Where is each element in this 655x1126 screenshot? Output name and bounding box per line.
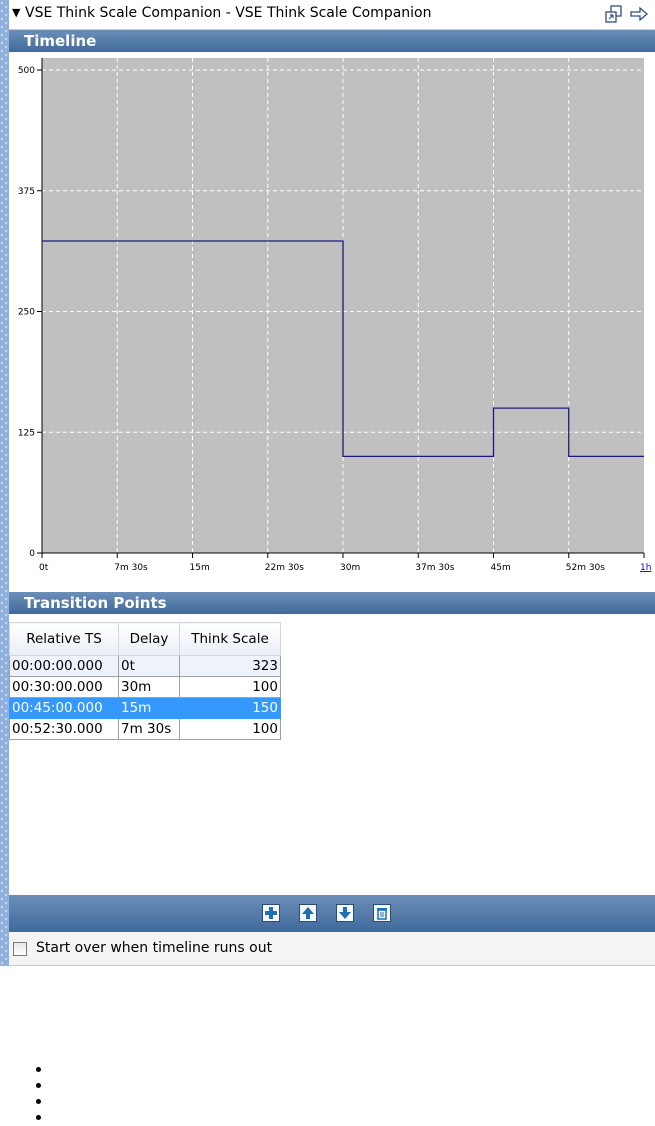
think-scale-cell[interactable]: 100	[179, 676, 281, 698]
column-header-delay[interactable]: Delay	[118, 622, 180, 656]
table-row[interactable]: 00:30:00.000 30m 100	[9, 676, 281, 698]
think-scale-cell[interactable]: 150	[179, 697, 281, 719]
table-row[interactable]: 00:00:00.000 0t 323	[9, 655, 281, 677]
window-title: VSE Think Scale Companion - VSE Think Sc…	[25, 5, 432, 21]
delay-cell[interactable]: 15m	[118, 697, 180, 719]
timeline-chart: 0t 7m 30s 15m 22m 30s 30m 37m 30s 45m 52m 30s 1h…	[9, 53, 655, 585]
start-over-label[interactable]: Start over when timeline runs out	[36, 940, 272, 956]
timeline-header: Timeline	[9, 30, 655, 52]
transition-points-header: Transition Points	[9, 592, 655, 614]
options-row: Start over when timeline runs out	[9, 932, 655, 966]
delay-cell[interactable]: 7m 30s	[118, 718, 180, 740]
x-tick-label: 15m	[190, 563, 210, 573]
x-tick-label: 52m 30s	[566, 563, 606, 573]
x-tick-label: 22m 30s	[265, 563, 305, 573]
relative-ts-cell[interactable]: 00:45:00.000	[9, 697, 119, 719]
start-over-checkbox[interactable]	[13, 942, 27, 956]
table-row[interactable]: 00:52:30.000 7m 30s 100	[9, 718, 281, 740]
float-window-icon[interactable]	[604, 4, 624, 24]
move-down-icon[interactable]	[336, 904, 354, 922]
transition-points-table: Relative TS Delay Think Scale 00:00:00.0…	[9, 622, 281, 740]
column-header-relative-ts[interactable]: Relative TS	[9, 622, 119, 656]
y-tick-label: 125	[18, 428, 35, 438]
delete-icon[interactable]	[373, 904, 391, 922]
dock-arrow-icon[interactable]	[629, 4, 649, 24]
timeline-chart-svg: 0t 7m 30s 15m 22m 30s 30m 37m 30s 45m 52m 30s 1h…	[18, 58, 651, 573]
y-tick-label: 250	[18, 308, 35, 318]
think-scale-cell[interactable]: 323	[179, 655, 281, 677]
y-tick-label: 375	[18, 187, 35, 197]
triangle-down-icon[interactable]: ▼	[12, 6, 20, 19]
table-header-row: Relative TS Delay Think Scale	[9, 622, 281, 656]
think-scale-cell[interactable]: 100	[179, 718, 281, 740]
x-tick-label: 45m	[491, 563, 511, 573]
relative-ts-cell[interactable]: 00:30:00.000	[9, 676, 119, 698]
relative-ts-cell[interactable]: 00:00:00.000	[9, 655, 119, 677]
x-tick-label: 37m 30s	[415, 563, 455, 573]
move-up-icon[interactable]	[299, 904, 317, 922]
y-tick-label: 0	[29, 549, 35, 559]
relative-ts-cell[interactable]: 00:52:30.000	[9, 718, 119, 740]
transition-points-panel: Relative TS Delay Think Scale 00:00:00.0…	[9, 614, 655, 895]
x-tick-label: 1h	[640, 563, 651, 573]
table-row-selected[interactable]: 00:45:00.000 15m 150	[9, 697, 281, 719]
add-icon[interactable]	[262, 904, 280, 922]
window-titlebar: ▼ VSE Think Scale Companion - VSE Think …	[9, 0, 655, 30]
x-tick-label: 30m	[340, 563, 360, 573]
y-tick-label: 500	[18, 66, 35, 76]
dock-edge-strip	[0, 0, 9, 966]
delay-cell[interactable]: 0t	[118, 655, 180, 677]
x-tick-label: 0t	[39, 563, 49, 573]
delay-cell[interactable]: 30m	[118, 676, 180, 698]
transition-toolbar	[9, 895, 655, 932]
column-header-think-scale[interactable]: Think Scale	[179, 622, 281, 656]
x-tick-label: 7m 30s	[114, 563, 148, 573]
